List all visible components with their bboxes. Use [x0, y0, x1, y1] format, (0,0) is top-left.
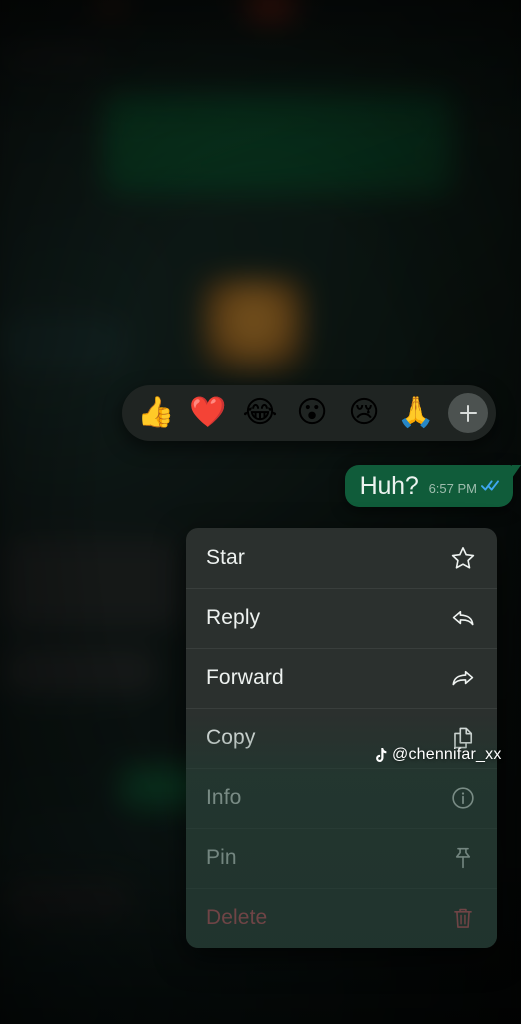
reaction-crying-face-icon[interactable]: 😢 — [338, 387, 390, 439]
incoming-bubble-blurred-3 — [3, 647, 159, 695]
forward-icon — [450, 665, 476, 691]
menu-item-label: Forward — [206, 666, 284, 689]
media-thumbnail-blurred — [202, 278, 305, 370]
outgoing-bubble-blurred — [103, 92, 453, 195]
reaction-folded-hands-icon[interactable]: 🙏 — [390, 387, 442, 439]
incoming-bubble-blurred-1 — [0, 319, 125, 368]
menu-item-label: Delete — [206, 906, 268, 929]
reaction-face-with-open-mouth-icon[interactable]: 😮 — [286, 387, 338, 439]
menu-item-delete[interactable]: Delete — [186, 888, 497, 948]
trash-icon — [450, 905, 476, 931]
incoming-bubble-blurred-4 — [3, 880, 131, 922]
message-text: Huh? — [359, 472, 419, 500]
emoji-reaction-bar[interactable]: 👍 ❤️ 😂 😮 😢 🙏 — [122, 385, 496, 441]
info-icon — [450, 785, 476, 811]
selected-message-bubble[interactable]: Huh? 6:57 PM — [344, 465, 521, 507]
incoming-bubble-blurred-2 — [3, 537, 182, 629]
copy-icon — [450, 725, 476, 751]
message-context-menu[interactable]: Star Reply Forward Copy Info Pin Delete — [186, 528, 497, 948]
menu-item-star[interactable]: Star — [186, 528, 497, 588]
menu-item-pin[interactable]: Pin — [186, 828, 497, 888]
message-meta: 6:57 PM — [429, 479, 500, 499]
menu-item-label: Star — [206, 546, 245, 569]
menu-item-label: Reply — [206, 606, 261, 629]
menu-item-forward[interactable]: Forward — [186, 648, 497, 708]
reaction-red-heart-icon[interactable]: ❤️ — [182, 387, 234, 439]
menu-item-reply[interactable]: Reply — [186, 588, 497, 648]
menu-item-copy[interactable]: Copy — [186, 708, 497, 768]
reply-icon — [450, 605, 476, 631]
more-reactions-plus-icon[interactable] — [448, 393, 488, 433]
menu-item-label: Info — [206, 786, 242, 809]
menu-item-label: Copy — [206, 726, 256, 749]
reaction-thumbs-up-icon[interactable]: 👍 — [130, 387, 182, 439]
read-receipt-double-check-icon — [481, 479, 500, 497]
reaction-face-with-tears-of-joy-icon[interactable]: 😂 — [234, 387, 286, 439]
pin-icon — [450, 845, 476, 871]
message-timestamp: 6:57 PM — [428, 480, 477, 496]
header-accent-blurred — [247, 0, 294, 21]
menu-item-info[interactable]: Info — [186, 768, 497, 828]
star-icon — [450, 545, 476, 571]
phone-screenshot: 👍 ❤️ 😂 😮 😢 🙏 Huh? 6:57 PM Star Reply For… — [0, 0, 521, 1024]
header-accent-small-blurred — [98, 0, 123, 16]
menu-item-label: Pin — [206, 846, 237, 869]
header-chip-blurred — [1, 43, 104, 72]
